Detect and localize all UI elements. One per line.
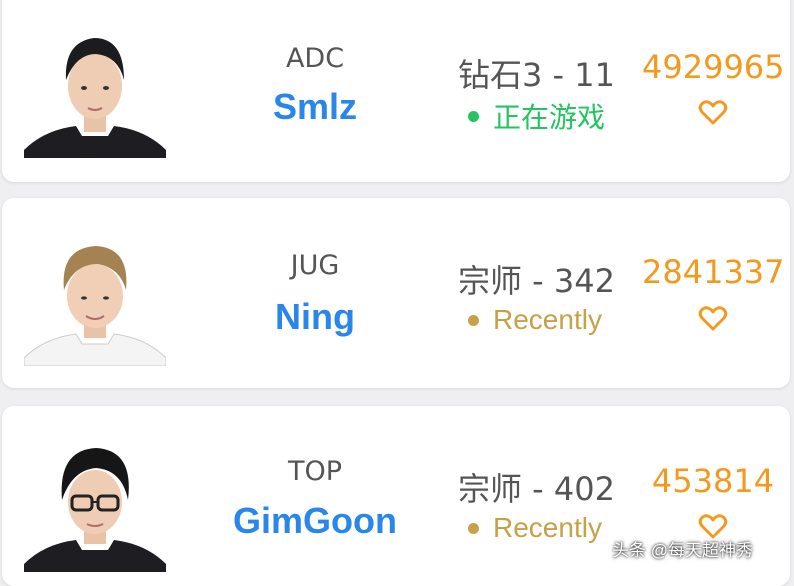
status-dot-icon: [468, 522, 479, 534]
player-rank: 宗师 - 342: [458, 262, 615, 300]
status-text: Recently: [493, 304, 602, 335]
player-rank: 钻石3 - 11: [458, 56, 615, 94]
player-name[interactable]: Ning: [202, 296, 428, 338]
status-dot-icon: [468, 314, 479, 326]
status-text: 正在游戏: [493, 102, 606, 133]
status-dot-icon: [468, 110, 479, 122]
player-avatar: [24, 26, 166, 158]
player-rank: 宗师 - 402: [458, 470, 615, 508]
player-score: 4929965: [642, 48, 785, 86]
player-role: TOP: [287, 456, 343, 487]
player-name[interactable]: Smlz: [202, 86, 428, 128]
status-indicator: 正在游戏: [468, 96, 605, 136]
player-avatar: [24, 440, 166, 572]
player-score: 2841337: [642, 253, 785, 291]
heart-icon[interactable]: [698, 306, 728, 332]
watermark: 头条 @每天超神秀: [612, 541, 753, 560]
player-name[interactable]: GimGoon: [202, 500, 428, 542]
player-role: ADC: [285, 43, 345, 74]
status-indicator: Recently: [468, 512, 602, 544]
status-indicator: Recently: [468, 304, 602, 336]
status-text: Recently: [493, 512, 602, 543]
player-card[interactable]: JUG Ning 宗师 - 342 Recently 2841337: [2, 198, 790, 388]
player-avatar: [24, 234, 166, 366]
player-score: 453814: [651, 462, 775, 500]
player-card[interactable]: ADC Smlz 钻石3 - 11 正在游戏 4929965: [2, 0, 790, 182]
player-role: JUG: [290, 250, 340, 281]
heart-icon[interactable]: [698, 100, 728, 126]
